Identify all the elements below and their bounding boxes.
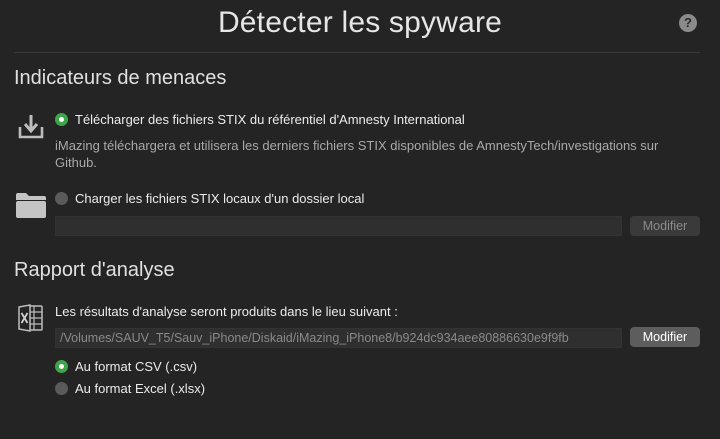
report-heading: Rapport d'analyse xyxy=(14,259,175,281)
excel-icon xyxy=(18,304,43,332)
download-stix-radio[interactable] xyxy=(55,113,68,126)
xlsx-format-label[interactable]: Au format Excel (.xlsx) xyxy=(75,381,205,396)
local-stix-radio[interactable] xyxy=(55,192,68,205)
report-path-modify-button[interactable]: Modifier xyxy=(630,327,700,347)
title-divider xyxy=(14,52,700,53)
local-folder-path-field[interactable] xyxy=(55,216,622,236)
download-icon xyxy=(18,115,44,139)
folder-icon xyxy=(16,193,46,218)
report-path-field[interactable]: /Volumes/SAUV_T5/Sauv_iPhone/Diskaid/iMa… xyxy=(55,328,622,348)
help-button[interactable]: ? xyxy=(679,14,697,32)
csv-format-label[interactable]: Au format CSV (.csv) xyxy=(75,359,197,374)
window-title: Détecter les spyware xyxy=(217,6,503,39)
threat-indicators-heading: Indicateurs de menaces xyxy=(14,67,227,89)
download-stix-description: iMazing téléchargera et utilisera les de… xyxy=(55,138,659,170)
local-stix-label[interactable]: Charger les fichiers STIX locaux d'un do… xyxy=(75,191,364,206)
download-stix-label[interactable]: Télécharger des fichiers STIX du référen… xyxy=(75,112,465,127)
csv-format-radio[interactable] xyxy=(55,360,68,373)
report-location-label: Les résultats d'analyse seront produits … xyxy=(55,304,398,319)
xlsx-format-radio[interactable] xyxy=(55,382,68,395)
local-folder-modify-button[interactable]: Modifier xyxy=(630,216,700,236)
